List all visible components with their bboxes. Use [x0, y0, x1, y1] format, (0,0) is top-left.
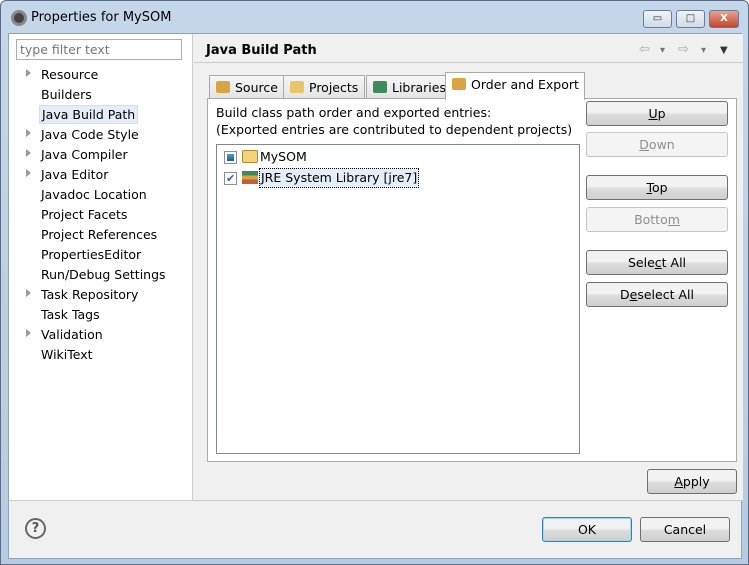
close-button[interactable]: X	[709, 10, 739, 28]
down-button[interactable]: Down	[586, 132, 728, 157]
library-icon	[242, 171, 258, 184]
bottom-button[interactable]: Bottom	[586, 207, 728, 232]
description-line-2: (Exported entries are contributed to dep…	[216, 122, 573, 137]
tree-item[interactable]: Java Compiler	[39, 145, 130, 164]
forward-dropdown-icon[interactable]: ▾	[701, 45, 706, 56]
tab-libraries[interactable]: Libraries	[366, 75, 448, 99]
page-title: Java Build Path	[206, 43, 317, 58]
footer-separator	[9, 500, 743, 501]
order-export-panel: Build class path order and exported entr…	[207, 98, 737, 462]
tab-order-and-export[interactable]: Order and Export	[445, 72, 585, 100]
help-icon[interactable]: ?	[25, 518, 46, 539]
button-label-rest: t All	[661, 255, 687, 270]
tab-source[interactable]: Source	[209, 75, 284, 99]
expand-arrow-icon[interactable]	[26, 329, 31, 337]
expand-arrow-icon[interactable]	[26, 289, 31, 297]
button-mnemonic: c	[654, 255, 662, 270]
button-label-rest: select All	[637, 287, 694, 302]
tree-item[interactable]: Run/Debug Settings	[39, 265, 168, 284]
header-separator	[194, 62, 743, 63]
apply-button[interactable]: Apply	[647, 469, 737, 494]
back-dropdown-icon[interactable]: ▾	[660, 45, 665, 56]
tree-item[interactable]: Project References	[39, 225, 159, 244]
tree-item[interactable]: PropertiesEditor	[39, 245, 143, 264]
apply-mnemonic: A	[674, 474, 683, 489]
expand-arrow-icon[interactable]	[26, 149, 31, 157]
tab-projects[interactable]: Projects	[283, 75, 365, 99]
button-label: D	[620, 287, 630, 302]
list-item[interactable]: ✔ JRE System Library [jre7]	[221, 168, 571, 188]
tree-item[interactable]: Task Tags	[39, 305, 102, 324]
forward-arrow-icon[interactable]: ⇨	[678, 42, 689, 57]
apply-label-rest: pply	[682, 474, 710, 489]
expand-arrow-icon[interactable]	[26, 69, 31, 77]
back-arrow-icon[interactable]: ⇦	[639, 42, 650, 57]
tree-item[interactable]: Project Facets	[39, 205, 129, 224]
minimize-button[interactable]: ▭	[643, 10, 672, 28]
ok-button[interactable]: OK	[542, 517, 632, 542]
dialog-body: ResourceBuildersJava Build PathJava Code…	[8, 33, 743, 559]
entry-checkbox[interactable]	[224, 151, 237, 164]
tab-label: Projects	[309, 80, 359, 95]
properties-dialog: Properties for MySOM ▭ □ X ResourceBuild…	[0, 0, 749, 565]
window-title: Properties for MySOM	[31, 10, 172, 25]
expand-arrow-icon[interactable]	[26, 169, 31, 177]
button-label: Botto	[634, 212, 668, 227]
partial-check-mark	[227, 154, 234, 161]
cancel-button[interactable]: Cancel	[640, 517, 730, 542]
page-pane: Java Build Path ⇦ ▾ ⇨ ▾ ▼ Source Projects…	[194, 34, 743, 500]
entry-label: JRE System Library [jre7]	[259, 168, 420, 188]
tree-item[interactable]: Javadoc Location	[39, 185, 149, 204]
tree-item[interactable]: Java Build Path	[39, 105, 139, 124]
button-label-rest: op	[651, 180, 668, 195]
select-all-button[interactable]: Select All	[586, 250, 728, 275]
tab-label: Libraries	[392, 80, 446, 95]
tree-item[interactable]: WikiText	[39, 345, 95, 364]
tree-item[interactable]: Task Repository	[39, 285, 140, 304]
classpath-entries-list[interactable]: MySOM ✔ JRE System Library [jre7]	[216, 144, 580, 454]
tree-item[interactable]: Builders	[39, 85, 94, 104]
source-folder-icon	[216, 81, 230, 93]
list-item[interactable]: MySOM	[221, 147, 571, 167]
view-menu-icon[interactable]: ▼	[720, 45, 728, 56]
button-label: Sele	[627, 255, 655, 270]
library-icon	[373, 81, 387, 93]
project-folder-icon	[242, 150, 258, 163]
button-label-rest: p	[657, 106, 666, 121]
check-mark-icon: ✔	[226, 172, 236, 185]
filter-input[interactable]	[16, 39, 182, 60]
maximize-button[interactable]: □	[676, 10, 705, 28]
tree-item[interactable]: Resource	[39, 65, 100, 84]
description-line-1: Build class path order and exported entr…	[216, 105, 492, 120]
expand-arrow-icon[interactable]	[26, 129, 31, 137]
tree-item[interactable]: Java Editor	[39, 165, 110, 184]
tree-item[interactable]: Validation	[39, 325, 105, 344]
button-label-rest: own	[648, 137, 675, 152]
button-mnemonic: m	[667, 212, 680, 227]
entry-label: MySOM	[260, 149, 307, 164]
order-arrows-icon	[452, 78, 466, 90]
top-button[interactable]: Top	[586, 175, 728, 200]
preference-tree-pane: ResourceBuildersJava Build PathJava Code…	[9, 34, 193, 500]
deselect-all-button[interactable]: Deselect All	[586, 282, 728, 307]
eclipse-gear-icon	[11, 10, 27, 26]
up-button[interactable]: Up	[586, 101, 728, 126]
entry-checkbox[interactable]: ✔	[224, 172, 237, 185]
project-folder-icon	[290, 81, 304, 93]
tab-label: Order and Export	[471, 77, 579, 92]
button-mnemonic: U	[648, 106, 658, 121]
tree-item[interactable]: Java Code Style	[39, 125, 141, 144]
button-mnemonic: D	[639, 137, 649, 152]
tab-label: Source	[235, 80, 278, 95]
